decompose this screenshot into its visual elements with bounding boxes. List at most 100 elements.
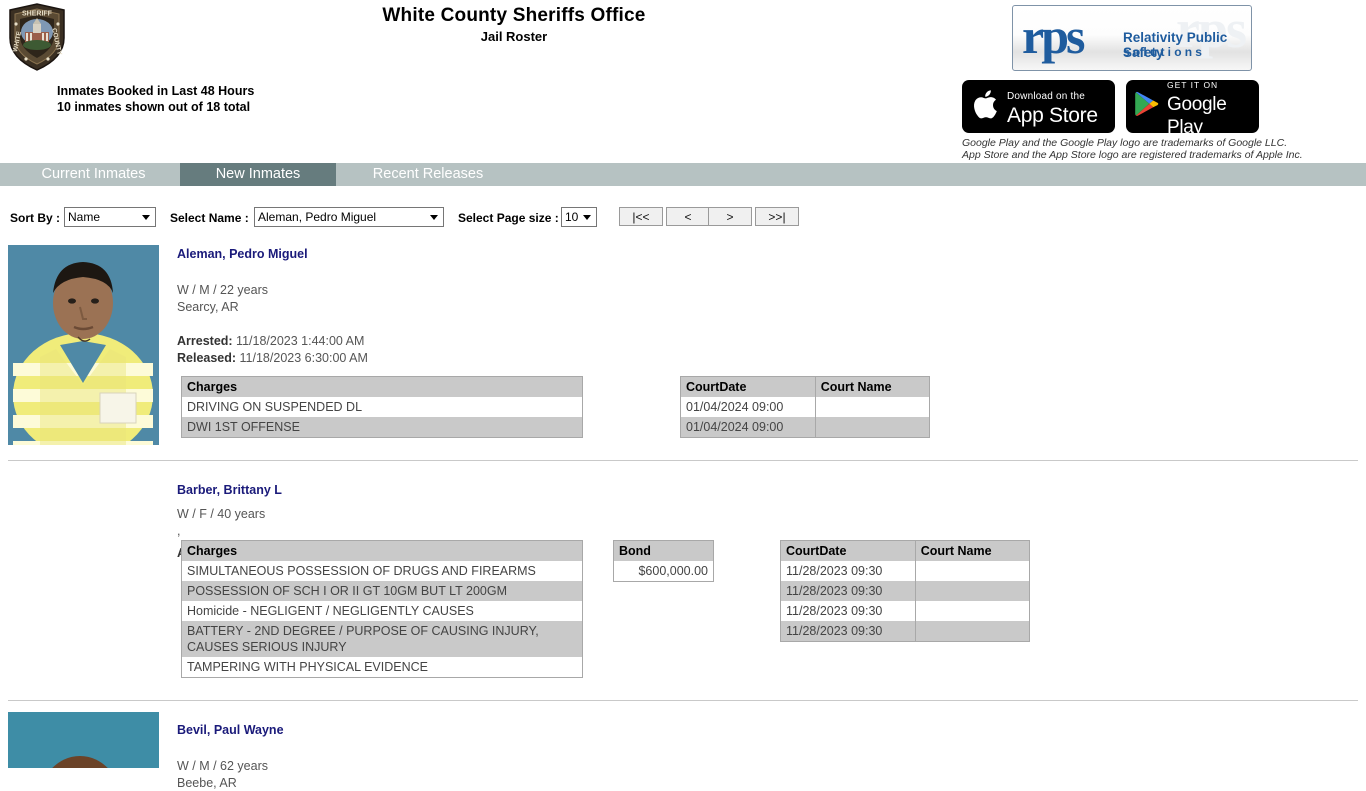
- court-table-cell: 11/28/2023 09:30: [781, 581, 916, 601]
- charges-table-cell: SIMULTANEOUS POSSESSION OF DRUGS AND FIR…: [182, 561, 583, 581]
- inmate-demographics: W / M / 62 years: [177, 758, 284, 775]
- charges-table-cell: POSSESSION OF SCH I OR II GT 10GM BUT LT…: [182, 581, 583, 601]
- google-play-button[interactable]: GET IT ON Google Play: [1126, 80, 1259, 133]
- app-store-button[interactable]: Download on the App Store: [962, 80, 1115, 133]
- tab-recent-releases[interactable]: Recent Releases: [348, 163, 508, 186]
- tab-new-inmates[interactable]: New Inmates: [180, 163, 336, 186]
- sort-by-select[interactable]: Name: [64, 207, 156, 227]
- google-play-icon: [1134, 90, 1160, 123]
- inmate-demographics: W / F / 40 years: [177, 506, 371, 523]
- court-table-cell: [815, 417, 929, 438]
- court-table-cell: [815, 397, 929, 417]
- inmate-name-link[interactable]: Barber, Brittany L: [177, 482, 371, 498]
- charges-table-cell: DWI 1ST OFFENSE: [182, 417, 583, 438]
- rps-logo-tagline2: solutions: [1123, 45, 1251, 59]
- tab-current-inmates[interactable]: Current Inmates: [17, 163, 170, 186]
- table-row: BATTERY - 2ND DEGREE / PURPOSE OF CAUSIN…: [182, 621, 583, 657]
- trademark-note: Google Play and the Google Play logo are…: [962, 138, 1362, 161]
- court-table-cell: [915, 601, 1029, 621]
- page-size-label: Select Page size :: [458, 211, 559, 225]
- table-row: 01/04/2024 09:00: [681, 397, 930, 417]
- inmate-city-state: Searcy, AR: [177, 299, 368, 316]
- inmate-city-state: ,: [177, 523, 371, 540]
- court-table-cell: 11/28/2023 09:30: [781, 601, 916, 621]
- charges-table: ChargesSIMULTANEOUS POSSESSION OF DRUGS …: [181, 540, 583, 678]
- app-store-line1: Download on the: [1007, 91, 1085, 102]
- table-row: 11/28/2023 09:30: [781, 581, 1030, 601]
- court-table-header-1: Court Name: [815, 377, 929, 398]
- table-row: DWI 1ST OFFENSE: [182, 417, 583, 438]
- court-table-cell: 11/28/2023 09:30: [781, 621, 916, 642]
- inmate-demographics: W / M / 22 years: [177, 282, 368, 299]
- tab-bar: Current Inmates New Inmates Recent Relea…: [0, 163, 1366, 186]
- apple-icon: [972, 87, 1000, 126]
- prev-page-button[interactable]: <: [666, 207, 710, 226]
- booked-summary-line2: 10 inmates shown out of 18 total: [57, 99, 254, 115]
- inmate-name-link[interactable]: Aleman, Pedro Miguel: [177, 246, 368, 262]
- court-table: CourtDateCourt Name11/28/2023 09:30 11/2…: [780, 540, 1030, 642]
- google-play-line2: Google Play: [1167, 93, 1259, 139]
- inmate-details: Aleman, Pedro Miguel W / M / 22 yearsSear…: [177, 246, 368, 366]
- inmate-record: Aleman, Pedro Miguel W / M / 22 yearsSear…: [0, 238, 1366, 460]
- inmate-record: Barber, Brittany LW / F / 40 years,Arres…: [0, 460, 1366, 700]
- table-row: $600,000.00: [614, 561, 714, 582]
- court-table-cell: [915, 621, 1029, 642]
- last-page-button[interactable]: >>|: [755, 207, 799, 226]
- inmate-released-date: Released: 11/18/2023 6:30:00 AM: [177, 350, 368, 367]
- app-store-line2: App Store: [1007, 104, 1098, 127]
- court-table: CourtDateCourt Name01/04/2024 09:00 01/0…: [680, 376, 930, 438]
- record-separator: [8, 460, 1358, 461]
- rps-logo: rps rps Relativity Public Safety solutio…: [1012, 5, 1252, 71]
- trademark-line2: App Store and the App Store logo are reg…: [962, 150, 1362, 162]
- inmate-mugshot: [8, 245, 159, 445]
- table-row: 11/28/2023 09:30: [781, 621, 1030, 642]
- control-bar: Sort By : Name Select Name : Aleman, Ped…: [0, 205, 1366, 235]
- app-store-button-text: Download on the App Store: [1007, 86, 1098, 127]
- trademark-line1: Google Play and the Google Play logo are…: [962, 138, 1362, 150]
- court-table-header-0: CourtDate: [681, 377, 816, 398]
- booked-summary: Inmates Booked in Last 48 Hours 10 inmat…: [57, 83, 254, 115]
- first-page-button[interactable]: |<<: [619, 207, 663, 226]
- select-name-label: Select Name :: [170, 211, 249, 225]
- court-table-cell: 01/04/2024 09:00: [681, 417, 816, 438]
- charges-table-cell: BATTERY - 2ND DEGREE / PURPOSE OF CAUSIN…: [182, 621, 583, 657]
- next-page-button[interactable]: >: [708, 207, 752, 226]
- charges-table-cell: TAMPERING WITH PHYSICAL EVIDENCE: [182, 657, 583, 678]
- table-row: 11/28/2023 09:30: [781, 561, 1030, 581]
- court-table-cell: 01/04/2024 09:00: [681, 397, 816, 417]
- select-name-select[interactable]: Aleman, Pedro Miguel: [254, 207, 444, 227]
- inmate-mugshot: [8, 712, 159, 768]
- table-row: 01/04/2024 09:00: [681, 417, 930, 438]
- charges-table-cell: Homicide - NEGLIGENT / NEGLIGENTLY CAUSE…: [182, 601, 583, 621]
- inmate-record: Bevil, Paul WayneW / M / 62 yearsBeebe, …: [0, 700, 1366, 768]
- table-row: 11/28/2023 09:30: [781, 601, 1030, 621]
- page-subtitle: Jail Roster: [0, 28, 1028, 45]
- table-row: SIMULTANEOUS POSSESSION OF DRUGS AND FIR…: [182, 561, 583, 581]
- charges-table: ChargesDRIVING ON SUSPENDED DLDWI 1ST OF…: [181, 376, 583, 438]
- inmate-details: Bevil, Paul Wayne W / M / 62 yearsBeebe, …: [177, 722, 284, 791]
- google-play-line1: GET IT ON: [1167, 80, 1218, 90]
- page-size-select[interactable]: 10: [561, 207, 597, 227]
- table-row: Homicide - NEGLIGENT / NEGLIGENTLY CAUSE…: [182, 601, 583, 621]
- charges-table-header-0: Charges: [182, 541, 583, 562]
- charges-table-header-0: Charges: [182, 377, 583, 398]
- court-table-cell: [915, 581, 1029, 601]
- sort-by-label: Sort By :: [10, 211, 60, 225]
- table-row: TAMPERING WITH PHYSICAL EVIDENCE: [182, 657, 583, 678]
- title-block: White County Sheriffs Office Jail Roster: [0, 4, 1028, 45]
- google-play-button-text: GET IT ON Google Play: [1167, 75, 1259, 139]
- table-row: POSSESSION OF SCH I OR II GT 10GM BUT LT…: [182, 581, 583, 601]
- page-header: SHERIFF WHITE COUNTY White County Sherif…: [0, 0, 1366, 163]
- rps-logo-mark: rps: [1022, 8, 1082, 64]
- bond-table: Bond$600,000.00: [613, 540, 714, 582]
- court-table-cell: [915, 561, 1029, 581]
- court-table-cell: 11/28/2023 09:30: [781, 561, 916, 581]
- bond-table-header-0: Bond: [614, 541, 714, 562]
- inmate-city-state: Beebe, AR: [177, 775, 284, 791]
- page-title: White County Sheriffs Office: [0, 4, 1028, 27]
- charges-table-cell: DRIVING ON SUSPENDED DL: [182, 397, 583, 417]
- bond-table-cell: $600,000.00: [614, 561, 714, 582]
- table-row: DRIVING ON SUSPENDED DL: [182, 397, 583, 417]
- record-separator: [8, 700, 1358, 701]
- inmate-name-link[interactable]: Bevil, Paul Wayne: [177, 722, 284, 738]
